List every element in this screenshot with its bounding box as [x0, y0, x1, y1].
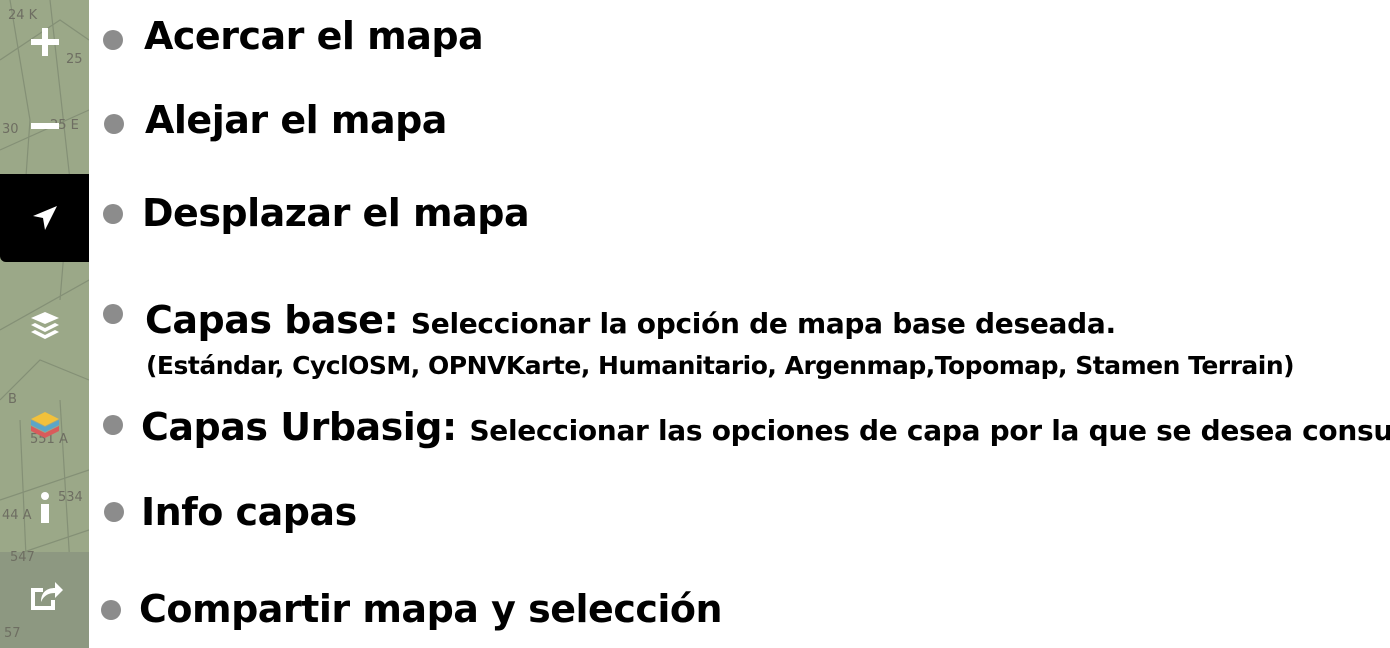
- legend-label: Capas base:: [145, 298, 399, 342]
- legend-label: Acercar el mapa: [144, 14, 484, 58]
- legend-label: Compartir mapa y selección: [139, 587, 723, 631]
- plus-icon: [30, 28, 59, 56]
- info-button[interactable]: [0, 466, 89, 550]
- legend-options-note: (Estándar, CyclOSM, OPNVKarte, Humanitar…: [146, 351, 1295, 380]
- zoom-in-button[interactable]: [0, 0, 89, 84]
- bullet: [104, 502, 124, 522]
- legend-description: Seleccionar la opción de mapa base desea…: [410, 307, 1116, 340]
- map-toolbar-strip: 24 K 25 30 25 E B 551 A 534 44 A 547 57: [0, 0, 89, 648]
- colored-layers-icon: [30, 412, 59, 438]
- bullet: [103, 304, 123, 324]
- legend-label: Alejar el mapa: [145, 98, 447, 142]
- share-icon: [30, 582, 63, 610]
- pan-button[interactable]: [0, 174, 89, 262]
- zoom-out-button[interactable]: [0, 84, 89, 168]
- legend-label-line: Capas Urbasig: Seleccionar las opciones …: [141, 405, 1390, 449]
- legend-label: Info capas: [141, 490, 357, 534]
- legend-label-line: Capas base: Seleccionar la opción de map…: [145, 298, 1116, 342]
- navigation-arrow-icon: [32, 206, 57, 230]
- bullet: [101, 600, 121, 620]
- legend-label: Desplazar el mapa: [142, 191, 530, 235]
- bullet: [104, 114, 124, 134]
- share-button[interactable]: [0, 552, 89, 636]
- legend-label: Capas Urbasig:: [141, 405, 457, 449]
- bullet: [103, 415, 123, 435]
- bullet: [103, 30, 123, 50]
- legend-description: Seleccionar las opciones de capa por la …: [469, 414, 1390, 447]
- minus-icon: [30, 123, 59, 129]
- bullet: [103, 204, 123, 224]
- base-layers-button[interactable]: [0, 286, 89, 370]
- info-icon: [40, 492, 49, 523]
- layers-icon: [30, 312, 59, 339]
- urbasig-layers-button[interactable]: [0, 382, 89, 466]
